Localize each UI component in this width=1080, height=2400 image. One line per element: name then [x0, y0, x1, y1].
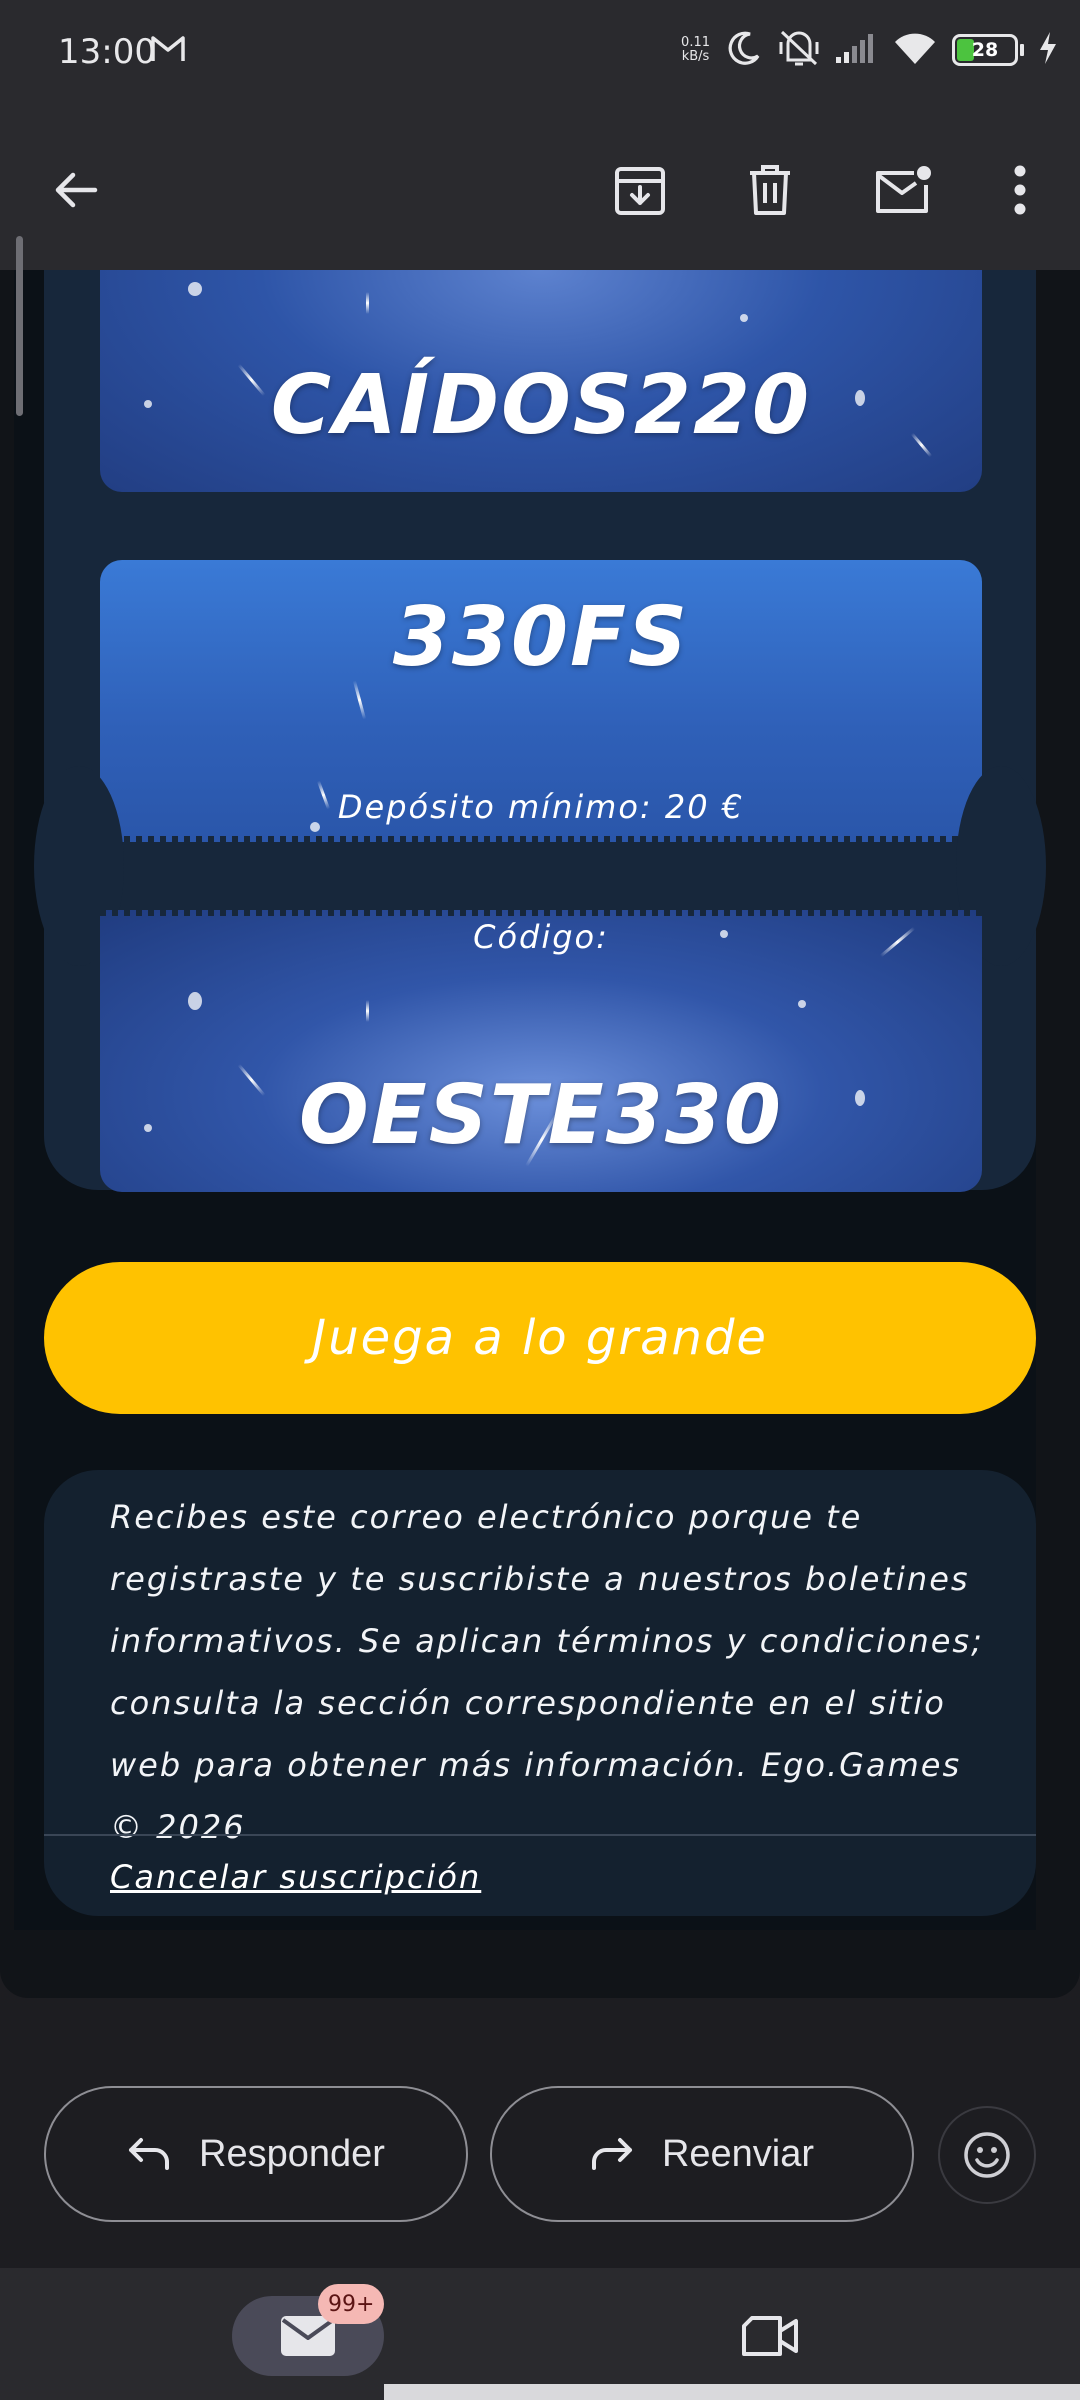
scrollbar[interactable] [16, 236, 23, 416]
reply-label: Responder [199, 2132, 385, 2175]
footer-divider [44, 1834, 1036, 1836]
free-spins-ticket: 330FS Depósito mínimo: 20 € [100, 560, 982, 842]
email-body[interactable]: CAÍDOS220 330FS Depósito mínimo: 20 € Có… [0, 270, 1080, 2000]
mark-unread-icon [876, 166, 931, 213]
mark-unread-button[interactable] [858, 146, 946, 234]
min-deposit-text: Depósito mínimo: 20 € [337, 788, 745, 826]
bottom-navigation: 99+ [0, 2268, 1080, 2400]
back-arrow-icon [55, 172, 98, 208]
unread-count-badge: 99+ [318, 2284, 385, 2324]
delete-icon [750, 165, 790, 215]
battery-icon: 28 [952, 34, 1024, 66]
promo-card: CAÍDOS220 330FS Depósito mínimo: 20 € Có… [34, 270, 1046, 1192]
free-spins-offer: 330FS [392, 590, 690, 685]
email-toolbar [0, 110, 1080, 270]
unsubscribe-link[interactable]: Cancelar suscripción [110, 1858, 481, 1896]
charging-icon [1038, 31, 1058, 69]
net-speed-unit: kB/s [681, 49, 710, 64]
promo-code-ticket-top: CAÍDOS220 [100, 270, 982, 492]
forward-label: Reenviar [661, 2132, 815, 2175]
email-footer: Recibes este correo electrónico porque t… [44, 1470, 1036, 1916]
footer-disclaimer: Recibes este correo electrónico porque t… [110, 1498, 984, 1846]
net-speed: 0.11 kB/s [681, 36, 710, 64]
gmail-icon [150, 34, 186, 68]
vibrate-off-icon [778, 28, 820, 72]
reply-icon [129, 2138, 170, 2170]
delete-button[interactable] [726, 146, 814, 234]
status-time: 13:00 [58, 32, 156, 72]
signal-icon [834, 31, 878, 69]
forward-icon [591, 2138, 632, 2170]
react-emoji-button[interactable] [938, 2106, 1036, 2204]
net-speed-value: 0.11 [681, 35, 710, 50]
reply-button[interactable]: Responder [44, 2086, 468, 2222]
code-label: Código: [473, 918, 609, 956]
forward-button[interactable]: Reenviar [490, 2086, 914, 2222]
gesture-bar[interactable] [384, 2384, 1080, 2400]
back-button[interactable] [32, 146, 120, 234]
status-bar: 13:00 0.11 kB/s 28 [0, 0, 1080, 110]
meet-tab[interactable] [726, 2296, 814, 2376]
more-options-button[interactable] [976, 146, 1064, 234]
smiley-icon [964, 2132, 1010, 2178]
play-big-button[interactable]: Juega a lo grande [44, 1262, 1036, 1414]
promo-code-two[interactable]: OESTE330 [100, 1068, 982, 1163]
archive-button[interactable] [596, 146, 684, 234]
moon-icon [724, 28, 764, 72]
more-vert-icon [1014, 165, 1026, 215]
archive-icon [615, 167, 665, 215]
battery-level: 28 [971, 39, 999, 61]
wifi-icon [892, 30, 938, 70]
email-frame: CAÍDOS220 330FS Depósito mínimo: 20 € Có… [0, 270, 1080, 1998]
promo-code-one[interactable]: CAÍDOS220 [100, 358, 982, 453]
video-camera-icon [742, 2316, 798, 2356]
promo-code-ticket-bottom: Código: OESTE330 [100, 910, 982, 1192]
reply-actions: Responder Reenviar [0, 2040, 1080, 2270]
